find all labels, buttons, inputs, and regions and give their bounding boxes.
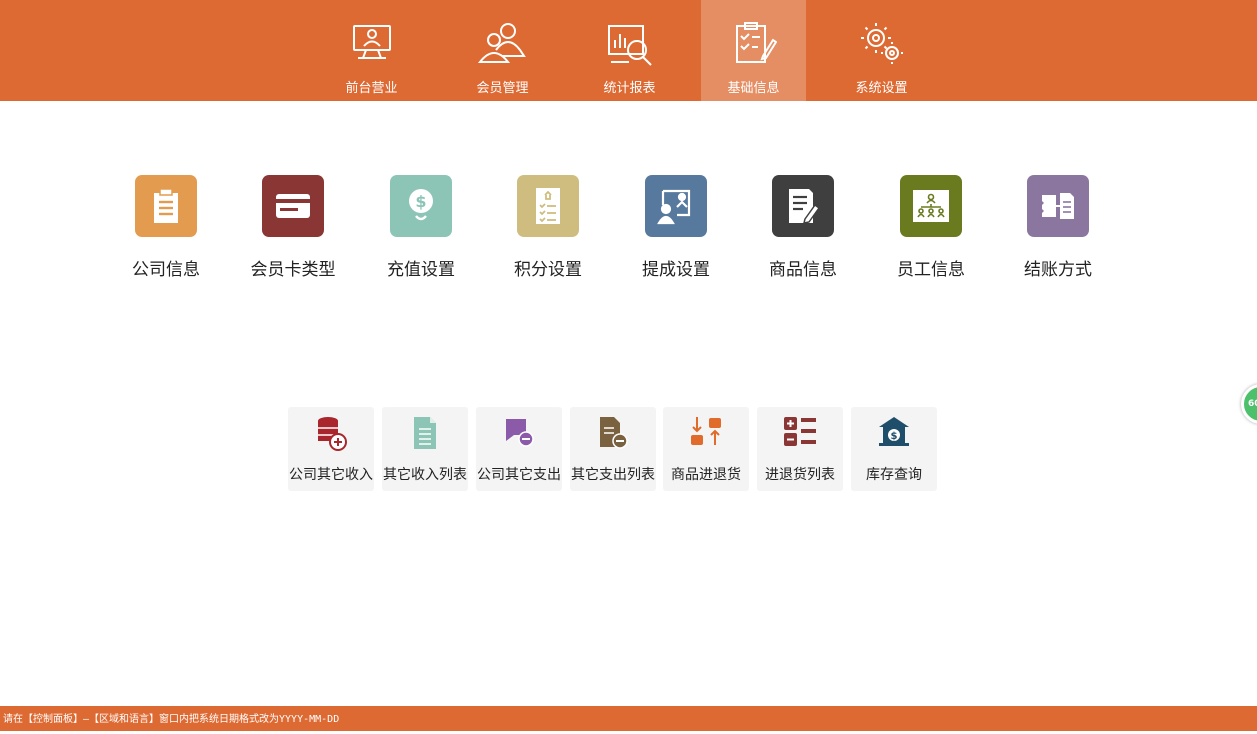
action-company-other-expense[interactable]: 公司其它支出 — [476, 407, 562, 491]
nav-label: 统计报表 — [603, 81, 656, 96]
status-bar: 请在【控制面板】—【区域和语言】窗口内把系统日期格式改为YYYY-MM-DD — [0, 706, 1257, 731]
tile-label: 提成设置 — [642, 260, 710, 280]
nav-label: 系统设置 — [855, 81, 908, 96]
nav-members[interactable]: 会员管理 — [450, 0, 555, 101]
tile-recharge-settings[interactable]: $ 充值设置 — [357, 175, 485, 295]
action-label: 商品进退货 — [671, 467, 741, 483]
commission-icon — [645, 175, 707, 237]
nav-reports[interactable]: 统计报表 — [577, 0, 682, 101]
report-magnifier-icon — [607, 25, 652, 66]
action-stock-in-out-list[interactable]: 进退货列表 — [757, 407, 843, 491]
tile-employee-info[interactable]: 员工信息 — [867, 175, 995, 295]
tile-label: 会员卡类型 — [250, 260, 336, 280]
nav-basic-info[interactable]: 基础信息 — [701, 0, 806, 101]
card-icon — [262, 175, 324, 237]
tile-product-info[interactable]: 商品信息 — [739, 175, 867, 295]
nav-front-desk[interactable]: 前台营业 — [319, 0, 424, 101]
nav-label: 前台营业 — [345, 81, 398, 96]
stock-in-out-icon — [691, 417, 721, 445]
org-chart-icon — [900, 175, 962, 237]
nav-label: 基础信息 — [727, 81, 780, 96]
clipboard-icon — [135, 175, 197, 237]
top-navigation-bar: 前台营业 会员管理 统计报表 基础信息 系统设置 — [0, 0, 1257, 101]
floating-status-badge[interactable]: 60 — [1241, 384, 1257, 424]
action-label: 库存查询 — [866, 467, 922, 483]
action-other-expense-list[interactable]: 其它支出列表 — [570, 407, 656, 491]
payment-icon — [1027, 175, 1089, 237]
document-pen-icon — [772, 175, 834, 237]
gears-icon — [860, 23, 903, 64]
svg-text:$: $ — [415, 192, 426, 211]
tile-member-card-type[interactable]: 会员卡类型 — [229, 175, 357, 295]
tile-label: 公司信息 — [132, 260, 200, 280]
action-label: 公司其它支出 — [477, 467, 561, 483]
nav-label: 会员管理 — [476, 81, 529, 96]
doc-minus-icon — [600, 417, 628, 449]
action-product-stock-in-out[interactable]: 商品进退货 — [663, 407, 749, 491]
tile-payment-methods[interactable]: 结账方式 — [994, 175, 1122, 295]
svg-text:$: $ — [891, 431, 898, 442]
action-label: 进退货列表 — [765, 467, 835, 483]
stock-list-icon — [784, 417, 816, 446]
tile-label: 商品信息 — [769, 260, 837, 280]
action-label: 其它支出列表 — [571, 467, 655, 483]
tile-label: 结账方式 — [1024, 260, 1092, 280]
nav-system-settings[interactable]: 系统设置 — [829, 0, 934, 101]
income-list-icon — [414, 417, 436, 449]
tile-points-settings[interactable]: 积分设置 — [484, 175, 612, 295]
status-message: 请在【控制面板】—【区域和语言】窗口内把系统日期格式改为YYYY-MM-DD — [3, 714, 340, 725]
action-other-income-list[interactable]: 其它收入列表 — [382, 407, 468, 491]
monitor-user-icon — [352, 25, 391, 59]
action-label: 公司其它收入 — [289, 467, 373, 483]
action-label: 其它收入列表 — [383, 467, 467, 483]
checklist-icon — [517, 175, 579, 237]
flag-minus-icon — [506, 419, 534, 447]
members-icon — [477, 23, 526, 63]
coins-add-icon — [318, 417, 347, 451]
dollar-pin-icon: $ — [390, 175, 452, 237]
tile-company-info[interactable]: 公司信息 — [102, 175, 230, 295]
checklist-pen-icon — [735, 22, 777, 63]
tile-label: 积分设置 — [514, 260, 582, 280]
tile-label: 员工信息 — [897, 260, 965, 280]
action-inventory-query[interactable]: $ 库存查询 — [851, 407, 937, 491]
tile-label: 充值设置 — [387, 260, 455, 280]
tile-commission-settings[interactable]: 提成设置 — [612, 175, 740, 295]
warehouse-dollar-icon: $ — [879, 417, 909, 446]
action-company-other-income[interactable]: 公司其它收入 — [288, 407, 374, 491]
